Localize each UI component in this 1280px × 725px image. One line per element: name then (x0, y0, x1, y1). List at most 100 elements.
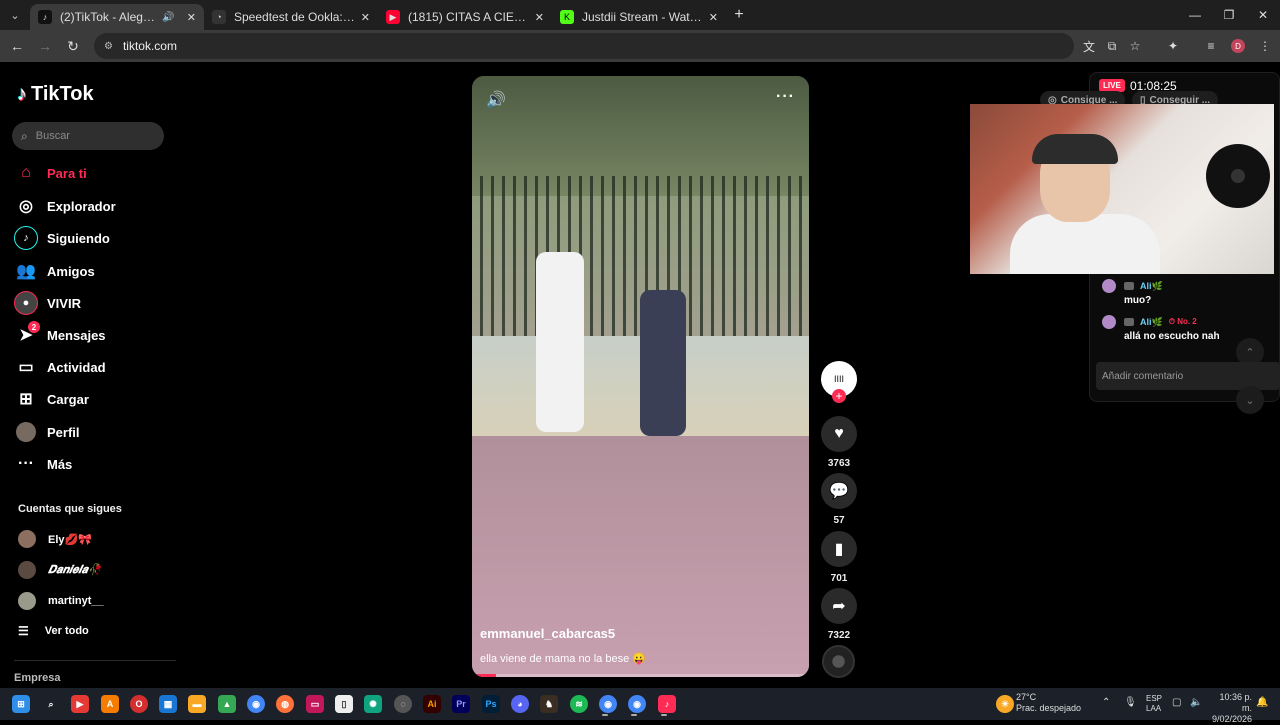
tab-tiktok[interactable]: ♪ (2)TikTok - Alegra tu día 🔊 ✕ (30, 4, 204, 30)
close-tab-icon[interactable]: ✕ (187, 11, 196, 24)
tiktok-favicon-icon: ♪ (38, 10, 52, 24)
notifications-icon[interactable]: 🔔 (1256, 697, 1268, 708)
chrome-icon[interactable]: ◉ (599, 695, 617, 713)
reload-button[interactable]: ↻ (60, 33, 86, 59)
video-person (640, 290, 686, 436)
windows-start-icon[interactable]: ⊞ (12, 695, 30, 713)
taskbar-search-icon[interactable]: ⌕ (42, 695, 60, 713)
firefox-icon[interactable]: ◍ (276, 695, 294, 713)
chat-username[interactable]: Ali🌿 (1140, 317, 1163, 328)
taskbar-app-icon[interactable]: ▶ (71, 695, 89, 713)
illustrator-icon[interactable]: Ai (423, 695, 441, 713)
audio-playing-icon[interactable]: 🔊 (162, 12, 174, 23)
minimize-button[interactable]: — (1178, 0, 1212, 30)
tab-kick[interactable]: K Justdii Stream - Watch Live on Kick ✕ (552, 4, 726, 30)
close-tab-icon[interactable]: ✕ (709, 11, 718, 24)
bookmark-star-icon[interactable]: ☆ (1126, 38, 1144, 54)
taskbar-app-icon[interactable]: ▭ (306, 695, 324, 713)
creator-avatar-button[interactable]: IIII + (821, 361, 857, 403)
like-button[interactable]: ♥ 3763 (821, 416, 857, 469)
close-window-button[interactable]: ✕ (1246, 0, 1280, 30)
tiktok-taskbar-icon[interactable]: ♪ (658, 695, 676, 713)
forward-button[interactable]: → (32, 33, 58, 59)
volume-icon[interactable]: 🔊 (486, 90, 506, 110)
following-icon: ♪ (14, 226, 38, 250)
see-all-link[interactable]: ☰ Ver todo (18, 624, 89, 638)
restore-button[interactable]: ❐ (1212, 0, 1246, 30)
photoshop-icon[interactable]: Ps (482, 695, 500, 713)
file-explorer-icon[interactable]: ▬ (188, 695, 206, 713)
search-box[interactable]: ⌕ (12, 122, 164, 150)
extensions-icon[interactable]: ✦ (1164, 38, 1182, 54)
chrome-icon[interactable]: ◉ (247, 695, 265, 713)
weather-widget[interactable]: 27°C Prac. despejado (1016, 692, 1081, 714)
scroll-down-button[interactable]: ⌄ (1236, 386, 1264, 414)
system-clock[interactable]: 10:36 p. m. 9/02/2026 (1208, 692, 1252, 725)
share-button[interactable]: ➦ 7322 (821, 588, 857, 641)
footer-company-link[interactable]: Empresa (14, 672, 60, 684)
nav-mas[interactable]: ··· Más (14, 451, 174, 477)
translate-icon[interactable]: 文 (1080, 38, 1098, 54)
more-options-icon[interactable]: ··· (776, 88, 795, 106)
opera-icon[interactable]: O (130, 695, 148, 713)
following-account[interactable]: 𝑫𝒂𝒏𝒊𝒆𝒍𝒂🥀 (18, 559, 101, 581)
profile-avatar[interactable]: D (1231, 39, 1245, 53)
search-icon[interactable]: ⌕ (21, 129, 28, 144)
taskbar-app-icon[interactable]: ◌ (394, 695, 412, 713)
nav-explorador[interactable]: ◎ Explorador (14, 193, 174, 219)
tab-youtube[interactable]: ▶ (1815) CITAS A CIEGAS 👀 EDICIÓN ✕ (378, 4, 552, 30)
network-icon[interactable]: ▢ (1172, 697, 1181, 708)
follow-plus-icon[interactable]: + (832, 389, 846, 403)
nav-cargar[interactable]: ⊞ Cargar (14, 386, 174, 412)
close-tab-icon[interactable]: ✕ (535, 11, 544, 24)
url-field[interactable]: ⚙ tiktok.com (94, 33, 1074, 59)
weather-icon[interactable]: ☀ (996, 695, 1014, 713)
chat-username[interactable]: Ali🌿 (1140, 281, 1163, 292)
tab-speedtest[interactable]: ◔ Speedtest de Ookla: la prueba de ✕ (204, 4, 378, 30)
save-button[interactable]: ▮ 701 (821, 531, 857, 584)
media-controls-icon[interactable]: ≡ (1202, 38, 1220, 54)
chrome-icon[interactable]: ◉ (628, 695, 646, 713)
notepad-icon[interactable]: ▯ (335, 695, 353, 713)
game-icon[interactable]: ♞ (540, 695, 558, 713)
running-indicator (602, 714, 608, 716)
site-info-icon[interactable]: ⚙ (104, 41, 113, 52)
google-drive-icon[interactable]: ▲ (218, 695, 236, 713)
nav-mensajes[interactable]: ➤ 2 Mensajes (14, 321, 174, 348)
nav-para-ti[interactable]: ⌂ Para ti (14, 160, 174, 186)
nav-vivir[interactable]: ● VIVIR (14, 290, 174, 316)
close-tab-icon[interactable]: ✕ (361, 11, 370, 24)
new-tab-button[interactable]: + (726, 6, 752, 24)
share-arrow-icon: ➦ (821, 588, 857, 624)
spotify-icon[interactable]: ≋ (570, 695, 588, 713)
comment-button[interactable]: 💬 57 (821, 473, 857, 526)
video-author[interactable]: emmanuel_cabarcas5 (480, 626, 615, 641)
tab-search-button[interactable]: ⌄ (0, 0, 30, 30)
account-name: Ely💋🎀 (48, 533, 92, 546)
compass-icon: ◎ (19, 198, 33, 215)
premiere-icon[interactable]: Pr (452, 695, 470, 713)
music-disc-icon[interactable] (822, 645, 855, 678)
tiktok-logo[interactable]: ♪ TikTok (17, 83, 94, 106)
discord-icon[interactable]: ◕ (511, 695, 529, 713)
search-input[interactable] (35, 130, 146, 142)
taskbar-app-icon[interactable]: A (101, 695, 119, 713)
store-icon[interactable]: ▦ (159, 695, 177, 713)
nav-siguiendo[interactable]: ♪ Siguiendo (14, 225, 174, 251)
install-app-icon[interactable]: ⧉ (1103, 38, 1121, 54)
following-account[interactable]: martinyt__ (18, 590, 104, 612)
browser-menu-icon[interactable]: ⋮ (1256, 38, 1274, 54)
microphone-icon[interactable]: 🎙 (1124, 697, 1137, 708)
following-account[interactable]: Ely💋🎀 (18, 528, 92, 550)
volume-tray-icon[interactable]: 🔈 (1190, 697, 1202, 708)
nav-perfil[interactable]: Perfil (14, 419, 174, 445)
nav-amigos[interactable]: 👥 Amigos (14, 258, 174, 284)
video-player[interactable]: 🔊 ··· emmanuel_cabarcas5 ella viene de m… (472, 76, 809, 677)
chatgpt-icon[interactable]: ✺ (364, 695, 382, 713)
video-progress-bar[interactable] (472, 674, 809, 677)
nav-actividad[interactable]: ▭ Actividad (14, 354, 174, 380)
language-indicator[interactable]: ESP LAA (1146, 694, 1162, 714)
video-caption: ella viene de mama no la bese 😛 (480, 653, 646, 665)
back-button[interactable]: ← (4, 33, 30, 59)
tray-overflow-icon[interactable]: ⌃ (1102, 697, 1110, 708)
